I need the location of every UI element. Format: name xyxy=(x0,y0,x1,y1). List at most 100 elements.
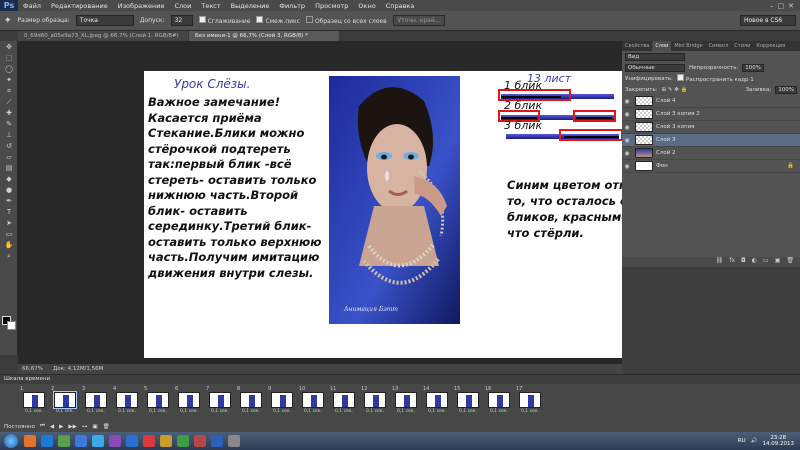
frame-delay[interactable]: 0,1 сек. xyxy=(25,409,43,414)
document-canvas[interactable]: Урок Слёзы. Важное замечание! Касается п… xyxy=(144,71,679,358)
pen-tool-icon[interactable]: ✒ xyxy=(3,197,15,206)
sample-size-select[interactable]: Точка xyxy=(75,15,134,26)
tween-icon[interactable]: ⊶ xyxy=(82,424,88,430)
blur-tool-icon[interactable]: ◆ xyxy=(3,175,15,184)
lasso-tool-icon[interactable]: ◯ xyxy=(3,65,15,74)
taskbar-app-icon[interactable] xyxy=(143,435,155,447)
gradient-tool-icon[interactable]: ▤ xyxy=(3,164,15,173)
magic-wand-icon[interactable]: ✦ xyxy=(3,76,15,85)
zoom-level[interactable]: 66,67% xyxy=(22,366,43,372)
zoom-tool-icon[interactable]: ⌕ xyxy=(3,252,15,261)
all-layers-checkbox[interactable]: Образец со всех слоев xyxy=(305,16,387,25)
group-icon[interactable]: ▭ xyxy=(763,257,769,267)
delete-frame-icon[interactable]: 🗑 xyxy=(103,424,110,430)
taskbar-app-icon[interactable] xyxy=(194,435,206,447)
taskbar-app-icon[interactable] xyxy=(228,435,240,447)
layer-name[interactable]: Слой 4 xyxy=(656,98,676,104)
volume-icon[interactable]: 🔊 xyxy=(751,438,758,444)
link-layers-icon[interactable]: ⛓ xyxy=(716,257,724,267)
blend-mode-select[interactable]: Обычные xyxy=(625,63,685,72)
menu-view[interactable]: Просмотр xyxy=(310,2,353,10)
animation-frame[interactable]: 16 0,1 сек. xyxy=(485,386,513,421)
menu-window[interactable]: Окно xyxy=(353,2,380,10)
menu-type[interactable]: Текст xyxy=(196,2,225,10)
move-tool-icon[interactable]: ✥ xyxy=(3,43,15,52)
layer-row[interactable]: ◉ Фон 🔒 xyxy=(622,160,800,173)
hand-tool-icon[interactable]: ✋ xyxy=(3,241,15,250)
frame-delay[interactable]: 0,1 сек. xyxy=(490,409,508,414)
loop-select[interactable]: Постоянно xyxy=(4,424,35,430)
animation-frame[interactable]: 8 0,1 сек. xyxy=(237,386,265,421)
dodge-tool-icon[interactable]: ● xyxy=(3,186,15,195)
doc-tab-1[interactable]: 0_69d60_a05e9a73_XL.jpeg @ 66,7% (Слой 1… xyxy=(18,31,188,41)
tab-character[interactable]: Символ xyxy=(706,41,732,51)
close-button[interactable]: ✕ xyxy=(788,2,794,10)
frame-delay[interactable]: 0,1 сек. xyxy=(397,409,415,414)
animation-frame[interactable]: 1 0,1 сек. xyxy=(20,386,48,421)
frame-delay[interactable]: 0,1 сек. xyxy=(428,409,446,414)
fill-input[interactable]: 100% xyxy=(775,85,797,94)
taskbar-app-icon[interactable] xyxy=(177,435,189,447)
lock-icons[interactable]: ⊞ ✎ ✥ 🔒 xyxy=(662,87,688,93)
layer-name[interactable]: Слой 3 копия 2 xyxy=(656,111,700,117)
visibility-eye-icon[interactable]: ◉ xyxy=(622,98,632,105)
animation-frame[interactable]: 7 0,1 сек. xyxy=(206,386,234,421)
frame-delay[interactable]: 0,1 сек. xyxy=(304,409,322,414)
play-icon[interactable]: ▶ xyxy=(59,424,63,430)
tab-layers[interactable]: Слои xyxy=(652,41,672,51)
opacity-input[interactable]: 100% xyxy=(742,63,765,72)
layer-row[interactable]: ◉ Слой 4 xyxy=(622,95,800,108)
tab-mini-bridge[interactable]: Mini Bridge xyxy=(671,41,705,51)
minimize-button[interactable]: – xyxy=(770,2,774,10)
workspace-select[interactable]: Новое в CS6 xyxy=(740,15,796,26)
menu-image[interactable]: Изображение xyxy=(113,2,170,10)
type-tool-icon[interactable]: T xyxy=(3,208,15,217)
antialias-checkbox[interactable]: Сглаживание xyxy=(198,16,250,25)
eraser-tool-icon[interactable]: ▱ xyxy=(3,153,15,162)
menu-edit[interactable]: Редактирование xyxy=(46,2,113,10)
frame-delay[interactable]: 0,1 сек. xyxy=(56,409,74,414)
taskbar-app-icon[interactable] xyxy=(41,435,53,447)
start-button[interactable] xyxy=(4,434,18,448)
taskbar-app-icon[interactable] xyxy=(160,435,172,447)
crop-tool-icon[interactable]: ⌗ xyxy=(3,87,15,96)
visibility-eye-icon[interactable]: ◉ xyxy=(622,111,632,118)
frame-delay[interactable]: 0,1 сек. xyxy=(459,409,477,414)
frame-delay[interactable]: 0,1 сек. xyxy=(87,409,105,414)
layer-row[interactable]: ◉ Слой 3 копия xyxy=(622,121,800,134)
frame-delay[interactable]: 0,1 сек. xyxy=(118,409,136,414)
animation-frame[interactable]: 6 0,1 сек. xyxy=(175,386,203,421)
doc-tab-2[interactable]: Без имени-1 @ 66,7% (Слой 3, RGB/8) * xyxy=(189,31,339,41)
animation-frame[interactable]: 10 0,1 сек. xyxy=(299,386,327,421)
animation-frame[interactable]: 15 0,1 сек. xyxy=(454,386,482,421)
layer-row[interactable]: ◉ Слой 2 xyxy=(622,147,800,160)
animation-frame[interactable]: 14 0,1 сек. xyxy=(423,386,451,421)
trash-icon[interactable]: 🗑 xyxy=(786,257,794,267)
marquee-tool-icon[interactable]: ⬚ xyxy=(3,54,15,63)
frame-delay[interactable]: 0,1 сек. xyxy=(211,409,229,414)
prev-frame-icon[interactable]: ◀ xyxy=(50,424,54,430)
menu-filter[interactable]: Фильтр xyxy=(274,2,310,10)
menu-file[interactable]: Файл xyxy=(18,2,46,10)
visibility-eye-icon[interactable]: ◉ xyxy=(622,150,632,157)
color-swatches[interactable] xyxy=(2,316,16,330)
taskbar-app-icon[interactable] xyxy=(211,435,223,447)
visibility-eye-icon[interactable]: ◉ xyxy=(622,163,632,170)
language-indicator[interactable]: RU xyxy=(738,438,746,444)
tab-adjustments[interactable]: Коррекция xyxy=(753,41,788,51)
taskbar-app-icon[interactable] xyxy=(58,435,70,447)
frame-delay[interactable]: 0,1 сек. xyxy=(335,409,353,414)
frame-delay[interactable]: 0,1 сек. xyxy=(180,409,198,414)
menu-select[interactable]: Выделение xyxy=(226,2,275,10)
adjustment-icon[interactable]: ◐ xyxy=(752,257,757,267)
eyedropper-tool-icon[interactable]: ⟋ xyxy=(3,98,15,107)
maximize-button[interactable]: □ xyxy=(778,2,785,10)
layer-row[interactable]: ◉ Слой 3 xyxy=(622,134,800,147)
brush-tool-icon[interactable]: ✎ xyxy=(3,120,15,129)
menu-help[interactable]: Справка xyxy=(381,2,420,10)
menu-layers[interactable]: Слои xyxy=(169,2,196,10)
taskbar-app-icon[interactable] xyxy=(75,435,87,447)
frame-delay[interactable]: 0,1 сек. xyxy=(242,409,260,414)
tab-styles[interactable]: Стили xyxy=(731,41,753,51)
taskbar-app-icon[interactable] xyxy=(24,435,36,447)
